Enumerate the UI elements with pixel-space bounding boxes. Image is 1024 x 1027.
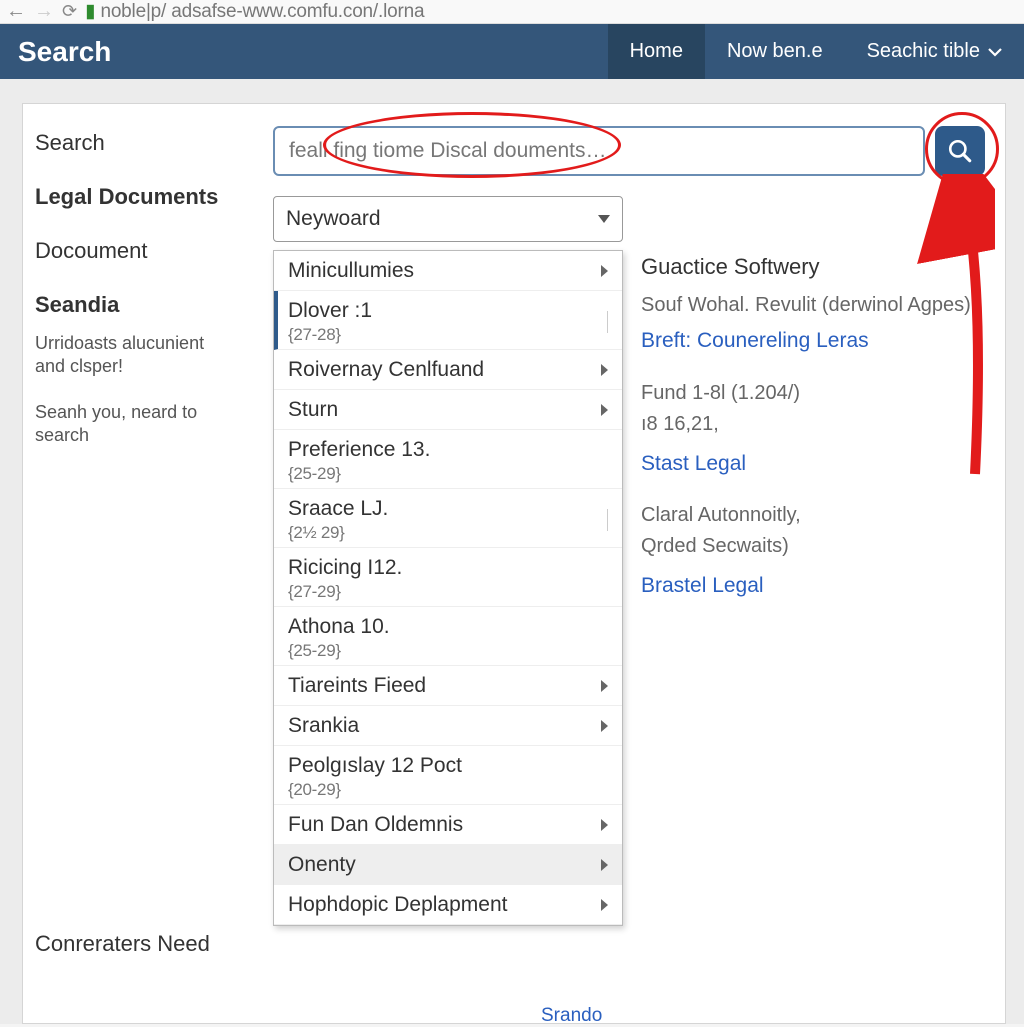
dropdown-item[interactable]: Tiareints Fieed <box>274 666 622 706</box>
chevron-right-icon <box>601 899 608 911</box>
dropdown-item-label: Peolgıslay 12 Poct <box>288 754 462 778</box>
search-button[interactable] <box>935 126 985 176</box>
nav-search-menu-label: Seachic tible <box>867 40 980 63</box>
dropdown-item[interactable]: Dlover :1{27-28} <box>274 291 622 350</box>
dropdown-item[interactable]: Preferience 13.{25-29} <box>274 430 622 489</box>
dropdown-item-sub: {25-29} <box>288 641 390 661</box>
dropdown-item-sub: {27-28} <box>288 325 372 345</box>
search-icon <box>947 138 973 164</box>
dropdown-item[interactable]: Onenty <box>274 845 622 885</box>
dropdown-item[interactable]: Sraace LJ.{2½ 29} <box>274 489 622 548</box>
dropdown-item[interactable]: Sturn <box>274 390 622 430</box>
chevron-right-icon <box>601 720 608 732</box>
search-input[interactable] <box>273 126 925 176</box>
chevron-right-icon <box>601 859 608 871</box>
keyword-select[interactable]: Neywoard <box>273 196 623 242</box>
dropdown-item[interactable]: Peolgıslay 12 Poct{20-29} <box>274 746 622 805</box>
dropdown-item-sub: {2½ 29} <box>288 523 388 543</box>
back-icon[interactable]: ← <box>6 0 26 23</box>
left-document: Docoument <box>35 238 273 264</box>
dropdown-item-label: Fun Dan Oldemnis <box>288 813 463 837</box>
result-link-0[interactable]: Breft: Counereling Leras <box>641 325 1001 358</box>
result-line-1a: Fund 1-8l (1.204/) <box>641 378 1001 409</box>
brand-title: Search <box>0 24 129 79</box>
dropdown-item-sub: {25-29} <box>288 464 430 484</box>
browser-chrome: ← → ⟳ ▮ noble|p/ adsafse-www.comfu.con/.… <box>0 0 1024 24</box>
dropdown-item-label: Athona 10. <box>288 615 390 639</box>
chevron-right-icon <box>601 404 608 416</box>
keyword-select-label: Neywoard <box>286 207 381 231</box>
result-title-0: Guactice Softwery <box>641 250 1001 284</box>
dropdown-item[interactable]: Ricicing I12.{27-29} <box>274 548 622 607</box>
left-search-label: Search <box>35 130 273 156</box>
dropdown-item-label: Sturn <box>288 398 338 422</box>
left-hint-1: Urridoasts alucunientand clsper! <box>35 332 273 379</box>
result-link-1[interactable]: Stast Legal <box>641 448 1001 481</box>
left-corner-label: Conreraters Need <box>35 931 210 957</box>
chevron-right-icon <box>601 364 608 376</box>
chevron-down-icon <box>988 47 1002 57</box>
divider-icon <box>607 311 608 333</box>
forward-icon[interactable]: → <box>34 0 54 23</box>
dropdown-item[interactable]: Minicullumies <box>274 251 622 291</box>
url-host: noble|p <box>100 1 161 22</box>
nav-now[interactable]: Now ben.e <box>705 24 845 79</box>
dropdown-item-label: Onenty <box>288 853 356 877</box>
dropdown-item-label: Roivernay Cenlfuand <box>288 358 484 382</box>
divider-icon <box>607 509 608 531</box>
lock-icon: ▮ <box>85 1 95 22</box>
result-link-2[interactable]: Brastel Legal <box>641 570 1001 603</box>
dropdown-item-sub: {27-29} <box>288 582 402 602</box>
chevron-right-icon <box>601 680 608 692</box>
url-path: / adsafse-www.comfu.con/.lorna <box>161 1 424 22</box>
url-bar[interactable]: ▮ noble|p/ adsafse-www.comfu.con/.lorna <box>85 0 1018 23</box>
dropdown-item[interactable]: Roivernay Cenlfuand <box>274 350 622 390</box>
nav-search-menu[interactable]: Seachic tible <box>845 24 1024 79</box>
reload-icon[interactable]: ⟳ <box>62 1 77 22</box>
left-legal-docs: Legal Documents <box>35 184 273 210</box>
left-sidebar: Search Legal Documents Docoument Seandia… <box>23 126 273 1023</box>
left-seandia: Seandia <box>35 292 273 318</box>
top-nav: Search Home Now ben.e Seachic tible <box>0 24 1024 79</box>
dropdown-item-label: Ricicing I12. <box>288 556 402 580</box>
result-line-2a: Claral Autonnoitly, <box>641 500 1001 531</box>
dropdown-item-label: Minicullumies <box>288 259 414 283</box>
dropdown-item-label: Sraace LJ. <box>288 497 388 521</box>
keyword-dropdown: Minicullumies Dlover :1{27-28} Roivernay C… <box>273 250 623 926</box>
chevron-right-icon <box>601 265 608 277</box>
result-line-1b: ı8 16,21, <box>641 409 1001 440</box>
dropdown-item[interactable]: Fun Dan Oldemnis <box>274 805 622 845</box>
chevron-down-icon <box>598 215 610 223</box>
dropdown-item-label: Dlover :1 <box>288 299 372 323</box>
dropdown-item[interactable]: Hophdopic Deplapment <box>274 885 622 925</box>
results-panel: Guactice Softwery Souf Wohal. Revulit (d… <box>641 250 1001 623</box>
dropdown-item-sub: {20-29} <box>288 780 462 800</box>
result-line-2b: Qrded Secwaits) <box>641 531 1001 562</box>
dropdown-item[interactable]: Srankia <box>274 706 622 746</box>
dropdown-item-label: Tiareints Fieed <box>288 674 426 698</box>
chevron-right-icon <box>601 819 608 831</box>
left-hint-2: Seanh you, neard tosearch <box>35 401 273 448</box>
dropdown-item[interactable]: Athona 10.{25-29} <box>274 607 622 666</box>
nav-home[interactable]: Home <box>608 24 705 79</box>
result-line-0: Souf Wohal. Revulit (derwinol Agpes) <box>641 290 1001 321</box>
dropdown-item-label: Srankia <box>288 714 359 738</box>
dropdown-item-label: Preferience 13. <box>288 438 430 462</box>
dropdown-item-label: Hophdopic Deplapment <box>288 893 507 917</box>
